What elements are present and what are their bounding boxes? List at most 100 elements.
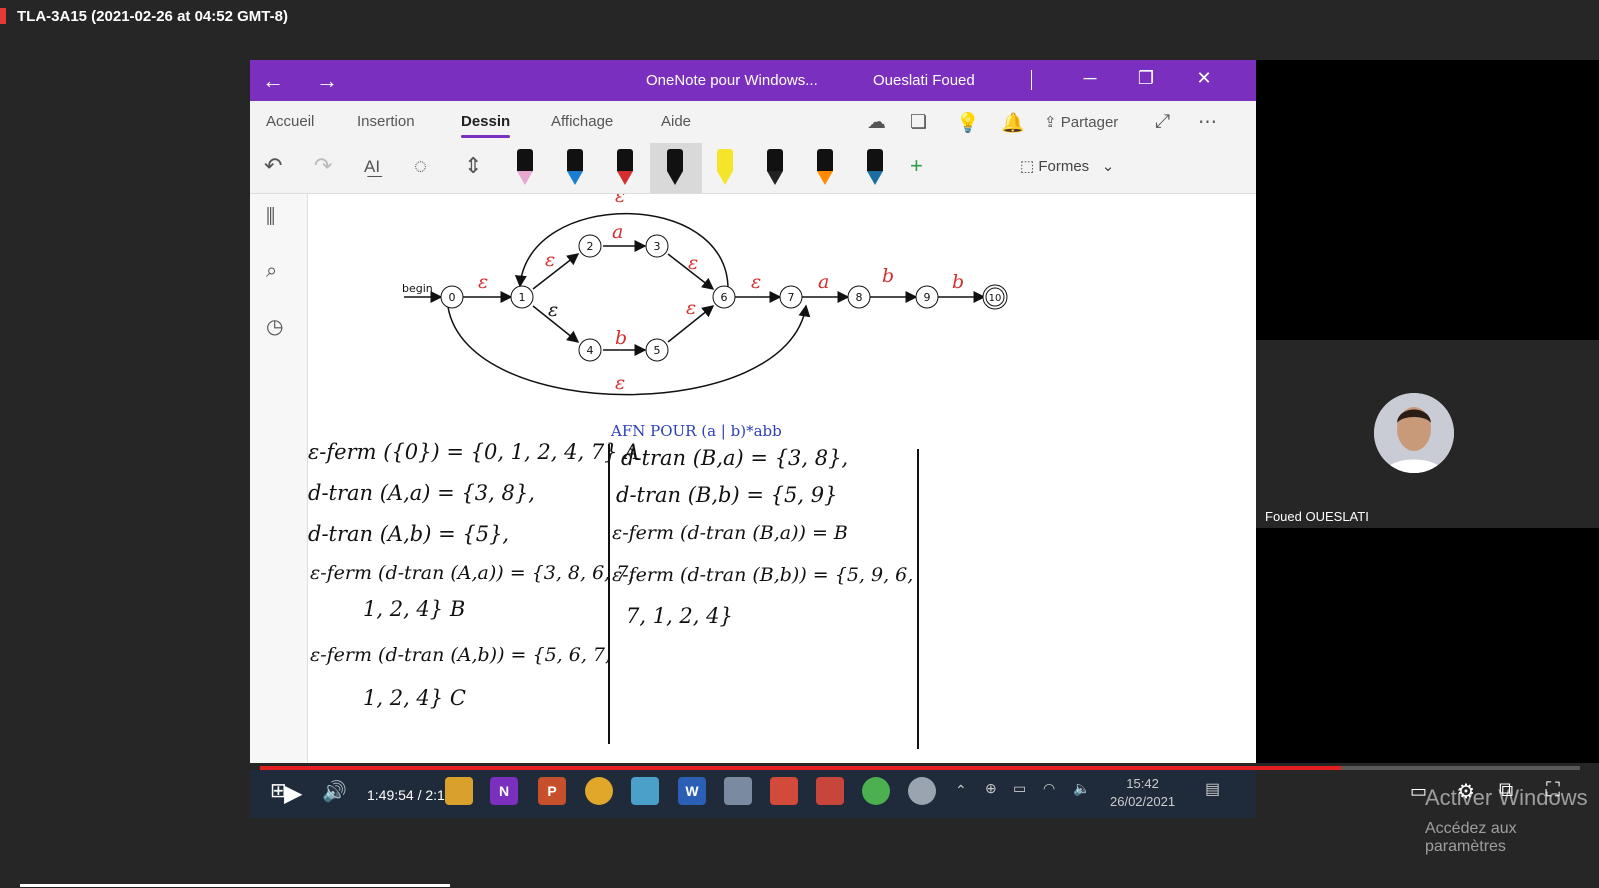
app-title: OneNote pour Windows... (646, 72, 818, 89)
pages-icon[interactable]: ❏ (910, 111, 927, 134)
add-pen-icon[interactable]: + (910, 153, 923, 179)
sync-icon[interactable]: ☁ (867, 111, 886, 134)
lasso-select-icon[interactable]: ◌ (414, 153, 427, 179)
highlighter-yellow[interactable] (714, 149, 736, 185)
node-3: 3 (654, 240, 661, 253)
pen-red[interactable] (614, 149, 636, 185)
app4-taskbar-icon[interactable] (908, 777, 936, 805)
note-right-4: 7, 1, 2, 4} (626, 604, 733, 628)
minimize-button[interactable]: ─ (1070, 68, 1110, 89)
edge-label-6-1: ε (615, 194, 625, 207)
back-arrow-icon[interactable]: ← (262, 68, 284, 94)
node-6: 6 (721, 291, 728, 304)
edge-label-7-8: a (818, 271, 829, 293)
redo-icon[interactable]: ↷ (314, 153, 332, 179)
tab-affichage[interactable]: Affichage (551, 113, 613, 130)
edge-label-8-9: b (882, 265, 894, 287)
search-icon[interactable]: ⌕ (266, 260, 277, 283)
activate-windows-watermark: Activer Windows (1425, 785, 1588, 810)
share-label: Partager (1060, 114, 1119, 131)
ribbon-tabs: Accueil Insertion Dessin Affichage Aide … (250, 101, 1256, 143)
nfa-nodes: 0 1 2 3 4 5 6 7 8 9 10 (440, 234, 1008, 362)
note-left-0: ε-ferm ({0}) = {0, 1, 2, 4, 7} A (308, 440, 640, 464)
speaker-icon[interactable]: 🔈 (1073, 780, 1090, 797)
restore-button[interactable]: ❐ (1126, 68, 1166, 89)
pdf-taskbar-icon[interactable] (770, 777, 798, 805)
more-icon[interactable]: ⋯ (1198, 111, 1217, 134)
tray-chevron-icon[interactable]: ⌃ (955, 782, 967, 799)
nfa-diagram: 0 1 2 3 4 5 6 7 8 9 10 begin ε ε a ε b ε… (402, 194, 1008, 396)
expand-icon[interactable]: ⤢ (1155, 111, 1170, 133)
forward-arrow-icon[interactable]: → (316, 68, 338, 94)
lightbulb-icon[interactable]: 💡 (956, 111, 980, 135)
left-rail: ⫼ ⌕ ◷ (250, 194, 308, 763)
volume-icon[interactable]: 🔊 (322, 779, 347, 804)
ink-to-text-icon[interactable]: A͟I (364, 157, 380, 177)
share-button[interactable]: ⇪ Partager (1044, 113, 1118, 131)
column-divider-left (608, 444, 610, 744)
notebooks-icon[interactable]: ⫼ (266, 206, 275, 229)
participant-name: Foued OUESLATI (1265, 509, 1369, 524)
clock-date: 26/02/2021 (1110, 794, 1176, 809)
tab-insertion[interactable]: Insertion (357, 113, 415, 130)
user-name[interactable]: Oueslati Foued (873, 72, 975, 89)
network-icon[interactable]: ⊕ (985, 780, 997, 797)
pen-teal[interactable] (864, 149, 886, 185)
add-space-icon[interactable]: ⇕ (464, 153, 482, 179)
draw-toolbar: ↶ ↷ A͟I ◌ ⇕ + ⬚ Formes ⌄ (250, 143, 1256, 194)
note-canvas[interactable]: 0 1 2 3 4 5 6 7 8 9 10 begin ε ε a ε b ε… (308, 194, 1256, 763)
note-right-3: ε-ferm (d-tran (B,b)) = {5, 9, 6, (612, 564, 914, 586)
node-1: 1 (519, 291, 526, 304)
note-left-4: 1, 2, 4} B (363, 597, 466, 621)
node-0: 0 (449, 291, 456, 304)
node-4: 4 (587, 344, 594, 357)
column-divider-right (917, 449, 919, 749)
onenote-window: ← → OneNote pour Windows... Oueslati Fou… (250, 60, 1256, 763)
edge-label-4-5: b (615, 327, 627, 349)
tab-dessin[interactable]: Dessin (461, 113, 511, 138)
edge-label-1-4: ε (548, 299, 558, 321)
edge-label-0-7: ε (615, 372, 625, 394)
powerpoint-taskbar-icon[interactable]: P (538, 777, 566, 805)
edge-label-5-6: ε (686, 297, 696, 319)
note-right-1: d-tran (B,b) = {5, 9} (616, 483, 838, 507)
onenote-titlebar: ← → OneNote pour Windows... Oueslati Fou… (250, 60, 1256, 101)
note-left-5: ε-ferm (d-tran (A,b)) = {5, 6, 7, (310, 644, 612, 666)
note-right-0: d-tran (B,a) = {3, 8}, (621, 446, 849, 470)
tab-accueil[interactable]: Accueil (266, 113, 314, 130)
node-2: 2 (587, 240, 594, 253)
file-explorer-icon[interactable] (445, 777, 473, 805)
undo-icon[interactable]: ↶ (264, 153, 282, 179)
app3-taskbar-icon[interactable] (862, 777, 890, 805)
record-indicator (0, 8, 6, 24)
shapes-button[interactable]: ⬚ Formes ⌄ (1020, 157, 1114, 175)
afn-header: AFN POUR (a | b)*abb (611, 422, 782, 440)
onenote-taskbar-icon[interactable]: N (490, 777, 518, 805)
taskbar-clock[interactable]: 15:42 26/02/2021 (1110, 775, 1175, 811)
bell-icon[interactable]: 🔔 (1001, 111, 1025, 135)
play-button[interactable]: ▶ (284, 779, 302, 808)
pen-pencil[interactable] (764, 149, 786, 185)
note-left-6: 1, 2, 4} C (363, 686, 466, 710)
word-taskbar-icon[interactable]: W (678, 777, 706, 805)
wifi-icon[interactable]: ◠ (1043, 780, 1055, 797)
edge-label-9-10: b (952, 271, 964, 293)
pen-blue[interactable] (564, 149, 586, 185)
pen-pink[interactable] (514, 149, 536, 185)
battery-icon[interactable]: ▭ (1013, 780, 1026, 797)
app2-taskbar-icon[interactable] (816, 777, 844, 805)
pen-orange[interactable] (814, 149, 836, 185)
chrome-taskbar-icon[interactable] (585, 777, 613, 805)
edge-label-0-1: ε (478, 271, 488, 293)
node-10: 10 (989, 293, 1002, 304)
node-7: 7 (788, 291, 795, 304)
pen-black[interactable] (664, 149, 686, 185)
video-tile-empty-lower (1256, 528, 1599, 763)
tab-aide[interactable]: Aide (661, 113, 691, 130)
notifications-icon[interactable]: ▤ (1205, 779, 1220, 799)
recent-icon[interactable]: ◷ (266, 314, 283, 339)
edge-label-6-7: ε (751, 271, 761, 293)
close-button[interactable]: ✕ (1184, 68, 1224, 89)
database-taskbar-icon[interactable] (724, 777, 752, 805)
app-taskbar-icon[interactable] (631, 777, 659, 805)
